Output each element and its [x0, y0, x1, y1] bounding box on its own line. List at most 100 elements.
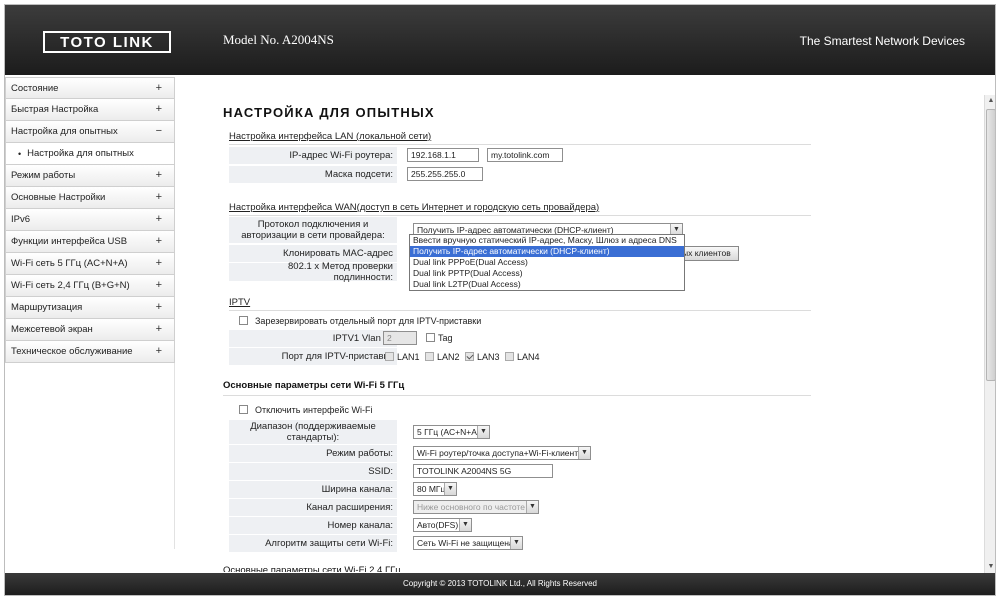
tag-label: Tag [438, 333, 453, 343]
channel-width-select[interactable]: 80 МГц ▼ [413, 482, 457, 496]
expand-icon[interactable]: + [156, 235, 162, 247]
expand-icon[interactable]: + [156, 103, 162, 115]
field-label: Номер канала: [229, 517, 397, 534]
lan1-checkbox[interactable] [385, 352, 394, 361]
expand-icon[interactable]: + [156, 345, 162, 357]
subnet-mask-input[interactable]: 255.255.255.0 [407, 167, 483, 181]
field-label: Режим работы: [229, 445, 397, 462]
protocol-option[interactable]: Dual link L2TP(Dual Access) [410, 279, 684, 290]
ext-channel-select[interactable]: Ниже основного по частоте ▼ [413, 500, 539, 514]
expand-icon[interactable]: + [156, 279, 162, 291]
expand-icon[interactable]: + [156, 323, 162, 335]
sidebar-item-ipv6[interactable]: IPv6 + [5, 209, 175, 231]
sidebar-item-label: Маршрутизация [11, 302, 83, 313]
lan2-checkbox[interactable] [425, 352, 434, 361]
iptv-section-heading: IPTV [229, 297, 251, 308]
width-row: Ширина канала: 80 МГц ▼ [229, 481, 809, 498]
lan4-checkbox[interactable] [505, 352, 514, 361]
field-label: IP-адрес Wi-Fi роутера: [229, 147, 397, 164]
field-label: 802.1 x Метод проверки подлинности: [229, 261, 397, 283]
sidebar-item-usb[interactable]: Функции интерфейса USB + [5, 231, 175, 253]
sidebar-item-maintenance[interactable]: Техническое обслуживание + [5, 341, 175, 363]
security-select[interactable]: Сеть Wi-Fi не защищена ▼ [413, 536, 523, 550]
totolink-logo: TOTO LINK [43, 31, 171, 53]
expand-icon[interactable]: + [156, 82, 162, 94]
lan1-label: LAN1 [397, 352, 420, 362]
sidebar-item-label: Настройка для опытных [11, 126, 118, 137]
vertical-scrollbar[interactable]: ▲ ▼ [984, 95, 995, 573]
disable-wifi-checkbox[interactable] [239, 405, 248, 414]
field-label: Протокол подключения и авторизации в сет… [229, 217, 397, 243]
lan3-checkbox[interactable] [465, 352, 474, 361]
sidebar-item-advanced[interactable]: Настройка для опытных − [5, 121, 175, 143]
vlan-id-input[interactable]: 2 [383, 331, 417, 345]
expand-icon[interactable]: + [156, 257, 162, 269]
security-row: Алгоритм защиты сети Wi-Fi: Сеть Wi-Fi н… [229, 535, 809, 552]
band-select[interactable]: 5 ГГц (AC+N+A) ▼ [413, 425, 490, 439]
sidebar-item-basic-settings[interactable]: Основные Настройки + [5, 187, 175, 209]
protocol-option[interactable]: Ввести вручную статический IP-адрес, Мас… [410, 235, 684, 246]
collapse-icon[interactable]: − [156, 125, 162, 137]
tagline: The Smartest Network Devices [799, 34, 965, 48]
protocol-option[interactable]: Dual link PPPoE(Dual Access) [410, 257, 684, 268]
footer-bar: Copyright © 2013 TOTOLINK Ltd., All Righ… [5, 573, 995, 595]
ssid-input[interactable]: TOTOLINK A2004NS 5G [413, 464, 553, 478]
ext-channel-value: Ниже основного по частоте [417, 502, 525, 512]
lan-ip-row: IP-адрес Wi-Fi роутера: 192.168.1.1 my.t… [229, 147, 809, 164]
scroll-down-icon[interactable]: ▼ [985, 561, 995, 573]
chevron-down-icon[interactable]: ▼ [526, 501, 538, 513]
chevron-down-icon[interactable]: ▼ [477, 426, 489, 438]
tag-checkbox[interactable] [426, 333, 435, 342]
channel-select[interactable]: Авто(DFS) ▼ [413, 518, 472, 532]
iptv-reserve-row: Зарезервировать отдельный порт для IPTV-… [229, 315, 809, 329]
expand-icon[interactable]: + [156, 213, 162, 225]
wan-section-heading: Настройка интерфейса WAN(доступ в сеть И… [229, 202, 600, 213]
sidebar-item-firewall[interactable]: Межсетевой экран + [5, 319, 175, 341]
field-label: Ширина канала: [229, 481, 397, 498]
expand-icon[interactable]: + [156, 169, 162, 181]
sidebar-item-quick-setup[interactable]: Быстрая Настройка + [5, 99, 175, 121]
expand-icon[interactable]: + [156, 301, 162, 313]
ext-channel-row: Канал расширения: Ниже основного по част… [229, 499, 809, 516]
sidebar-item-label: Функции интерфейса USB [11, 236, 128, 247]
reserve-port-checkbox[interactable] [239, 316, 248, 325]
mode-row: Режим работы: Wi-Fi роутер/точка доступа… [229, 445, 809, 462]
lan4-label: LAN4 [517, 352, 540, 362]
chevron-down-icon[interactable]: ▼ [444, 483, 456, 495]
scrollbar-thumb[interactable] [986, 109, 995, 381]
mode-select[interactable]: Wi-Fi роутер/точка доступа+Wi-Fi-клиенты… [413, 446, 591, 460]
sidebar-item-wifi-5ghz[interactable]: Wi-Fi сеть 5 ГГц (AC+N+A) + [5, 253, 175, 275]
channel-width-value: 80 МГц [417, 484, 446, 494]
router-ip-input[interactable]: 192.168.1.1 [407, 148, 479, 162]
sidebar-item-routing[interactable]: Маршрутизация + [5, 297, 175, 319]
chevron-down-icon[interactable]: ▼ [459, 519, 471, 531]
scroll-up-icon[interactable]: ▲ [985, 95, 995, 107]
mode-select-value: Wi-Fi роутер/точка доступа+Wi-Fi-клиенты [417, 448, 585, 458]
sidebar-item-wifi-24ghz[interactable]: Wi-Fi сеть 2,4 ГГц (B+G+N) + [5, 275, 175, 297]
protocol-option-highlighted[interactable]: Получить IP-адрес автоматически (DHCP-кл… [410, 246, 684, 257]
protocol-option[interactable]: Dual link PPTP(Dual Access) [410, 268, 684, 279]
sidebar-item-status[interactable]: Состояние + [5, 77, 175, 99]
security-value: Сеть Wi-Fi не защищена [417, 538, 514, 548]
expand-icon[interactable]: + [156, 191, 162, 203]
divider [223, 395, 811, 396]
sidebar-filler [5, 363, 175, 549]
page-title: НАСТРОЙКА ДЛЯ ОПЫТНЫХ [223, 105, 435, 120]
sidebar-menu: Состояние + Быстрая Настройка + Настройка … [5, 77, 175, 549]
domain-name-input[interactable]: my.totolink.com [487, 148, 563, 162]
field-label: Маска подсети: [229, 166, 397, 183]
iptv-port-row: Порт для IPTV-приставки LAN1 LAN2 LAN3 L… [229, 348, 809, 365]
lan2-label: LAN2 [437, 352, 460, 362]
disable-wifi-label: Отключить интерфейс Wi-Fi [255, 405, 373, 415]
sidebar-item-operation-mode[interactable]: Режим работы + [5, 165, 175, 187]
protocol-dropdown-list: Ввести вручную статический IP-адрес, Мас… [409, 234, 685, 291]
chevron-down-icon[interactable]: ▼ [578, 447, 590, 459]
clone-mac-button[interactable]: ых клиентов [677, 246, 739, 261]
sidebar-item-label: Режим работы [11, 170, 76, 181]
chevron-down-icon[interactable]: ▼ [510, 537, 522, 549]
sidebar-subitem-label: Настройка для опытных [27, 148, 134, 159]
reserve-port-label: Зарезервировать отдельный порт для IPTV-… [255, 316, 482, 326]
sidebar-item-label: Состояние [11, 82, 59, 94]
sidebar-subitem-advanced[interactable]: • Настройка для опытных [5, 143, 175, 165]
divider [229, 144, 811, 145]
